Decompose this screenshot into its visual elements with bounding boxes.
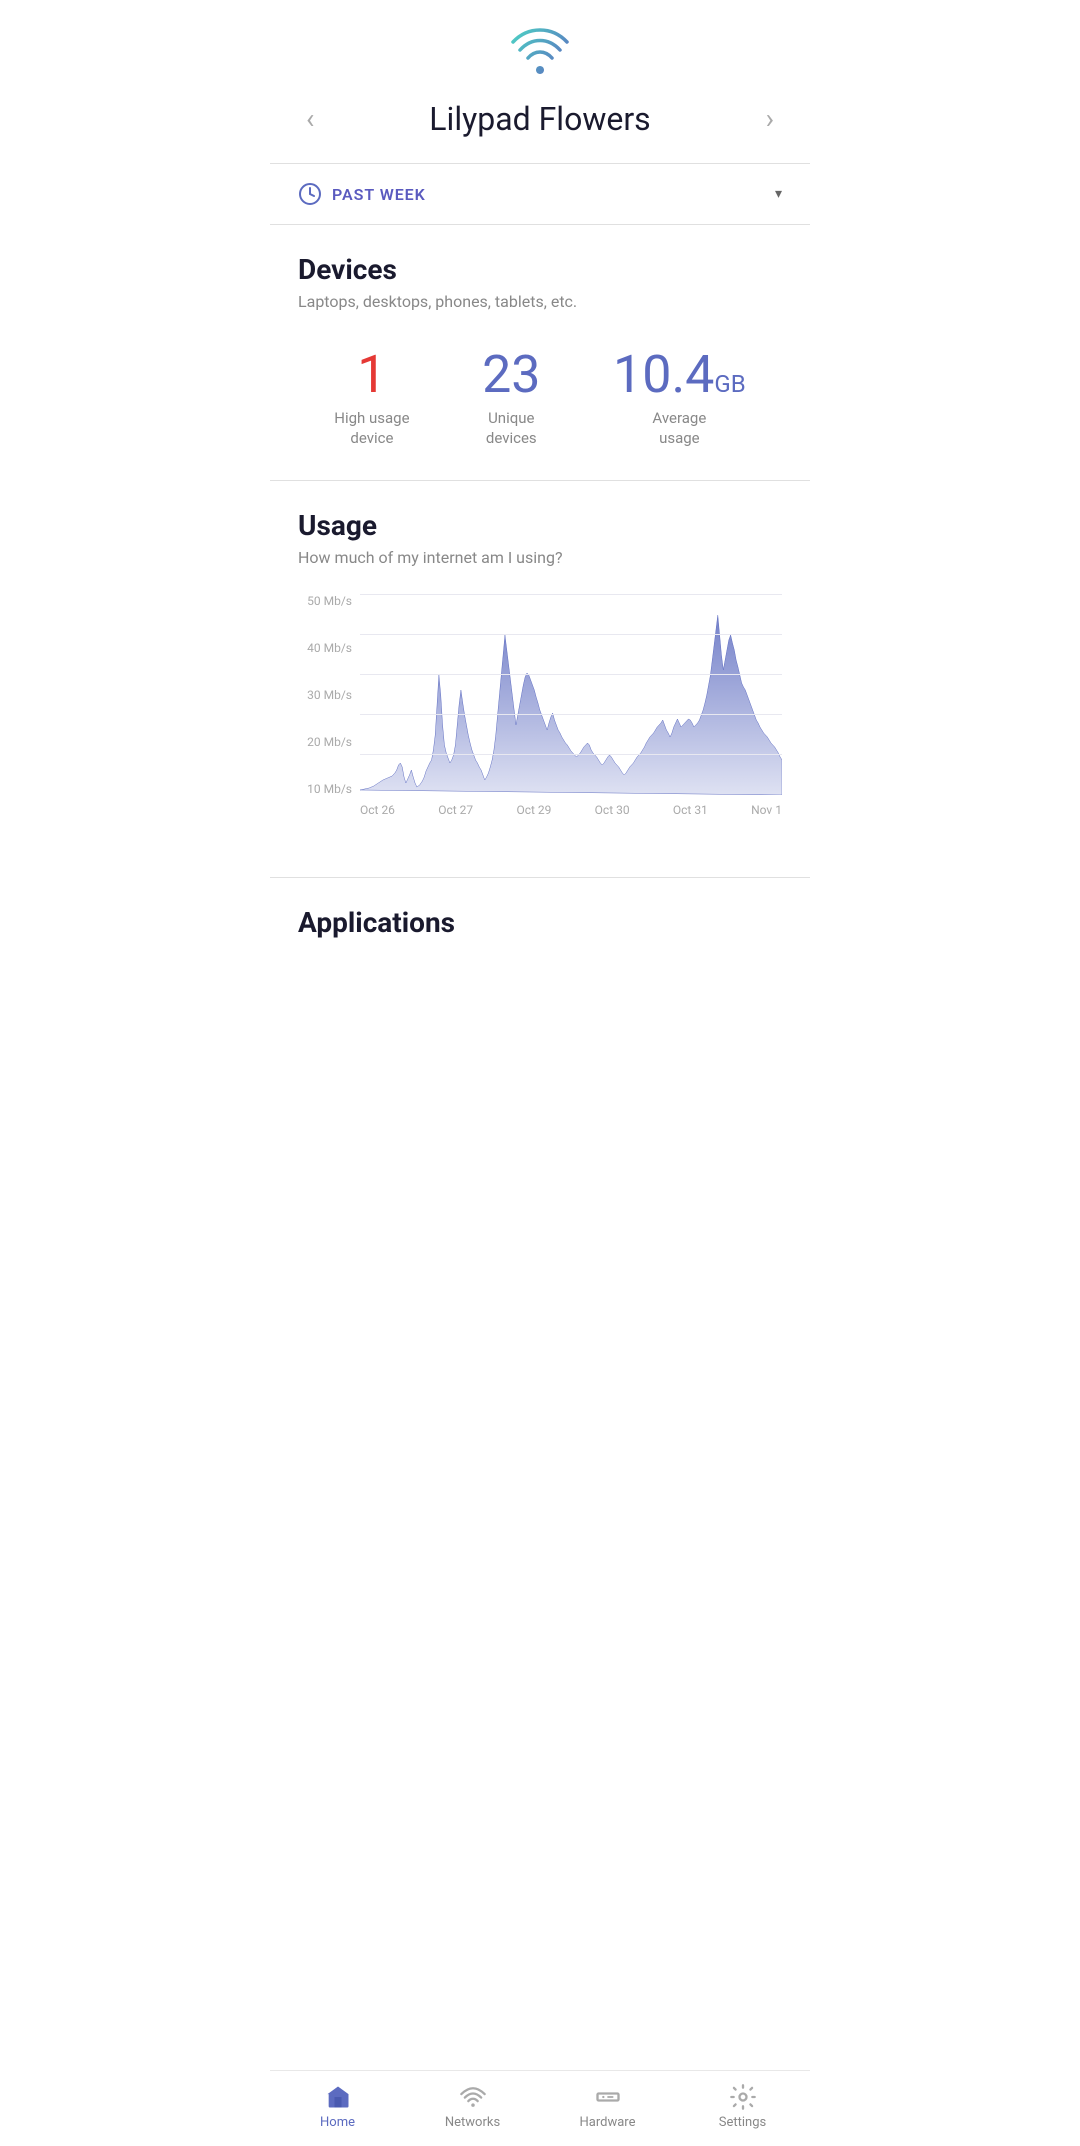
usage-section: Usage How much of my internet am I using… [270, 481, 810, 857]
bottom-nav: Home Networks Hardware Settings [270, 2070, 810, 2146]
hardware-icon [594, 2083, 622, 2111]
applications-section: Applications [270, 878, 810, 1039]
average-usage-label: Averageusage [652, 409, 706, 448]
x-label-oct29: Oct 29 [516, 803, 551, 817]
average-usage-value: 10.4GB [613, 349, 746, 401]
wifi-icon [510, 28, 570, 78]
clock-icon [298, 182, 322, 206]
stat-high-usage: 1 High usagedevice [334, 349, 409, 448]
x-label-nov1: Nov 1 [751, 803, 782, 817]
unique-devices-value: 23 [482, 349, 540, 401]
nav-home-label: Home [320, 2115, 355, 2130]
grid-line-20 [360, 714, 782, 715]
y-axis: 10 Mb/s 20 Mb/s 30 Mb/s 40 Mb/s 50 Mb/s [298, 595, 360, 795]
usage-subtitle: How much of my internet am I using? [298, 548, 782, 567]
chart-wrapper: 10 Mb/s 20 Mb/s 30 Mb/s 40 Mb/s 50 Mb/s [298, 595, 782, 857]
devices-subtitle: Laptops, desktops, phones, tablets, etc. [298, 292, 782, 311]
x-axis-labels: Oct 26 Oct 27 Oct 29 Oct 30 Oct 31 Nov 1 [298, 795, 782, 817]
y-label-20: 20 Mb/s [298, 736, 352, 748]
stat-unique-devices: 23 Uniquedevices [482, 349, 540, 448]
chart-inner [360, 595, 782, 795]
devices-title: Devices [298, 253, 782, 286]
wifi-icon-container [270, 0, 810, 94]
stat-average-usage: 10.4GB Averageusage [613, 349, 746, 448]
high-usage-value: 1 [357, 349, 386, 401]
x-label-oct30: Oct 30 [595, 803, 630, 817]
page-title: Lilypad Flowers [322, 100, 757, 138]
time-filter-left: PAST WEEK [298, 182, 426, 206]
time-filter-label: PAST WEEK [332, 185, 426, 204]
header-row: ‹ Lilypad Flowers › [270, 94, 810, 163]
home-icon [324, 2083, 352, 2111]
prev-arrow[interactable]: ‹ [298, 94, 322, 143]
grid-line-10 [360, 754, 782, 755]
chart-area: 10 Mb/s 20 Mb/s 30 Mb/s 40 Mb/s 50 Mb/s [298, 595, 782, 795]
chart-grid-lines [360, 595, 782, 795]
dropdown-arrow-icon[interactable]: ▾ [775, 186, 782, 202]
grid-line-30 [360, 674, 782, 675]
grid-line-40 [360, 634, 782, 635]
high-usage-label: High usagedevice [334, 409, 409, 448]
time-filter-row[interactable]: PAST WEEK ▾ [270, 164, 810, 224]
nav-hardware[interactable]: Hardware [578, 2083, 638, 2130]
y-label-30: 30 Mb/s [298, 689, 352, 701]
grid-line-50 [360, 594, 782, 595]
x-label-oct27: Oct 27 [438, 803, 473, 817]
nav-networks[interactable]: Networks [443, 2083, 503, 2130]
next-arrow[interactable]: › [758, 94, 782, 143]
nav-networks-label: Networks [445, 2115, 500, 2130]
nav-settings-label: Settings [719, 2115, 766, 2130]
networks-icon [459, 2083, 487, 2111]
x-label-oct31: Oct 31 [673, 803, 708, 817]
y-label-50: 50 Mb/s [298, 595, 352, 607]
nav-hardware-label: Hardware [580, 2115, 636, 2130]
y-label-10: 10 Mb/s [298, 783, 352, 795]
unique-devices-label: Uniquedevices [486, 409, 537, 448]
settings-icon [729, 2083, 757, 2111]
applications-title: Applications [298, 906, 782, 939]
usage-title: Usage [298, 509, 782, 542]
stats-row: 1 High usagedevice 23 Uniquedevices 10.4… [298, 339, 782, 480]
x-label-oct26: Oct 26 [360, 803, 395, 817]
y-label-40: 40 Mb/s [298, 642, 352, 654]
nav-home[interactable]: Home [308, 2083, 368, 2130]
devices-section: Devices Laptops, desktops, phones, table… [270, 225, 810, 480]
nav-settings[interactable]: Settings [713, 2083, 773, 2130]
